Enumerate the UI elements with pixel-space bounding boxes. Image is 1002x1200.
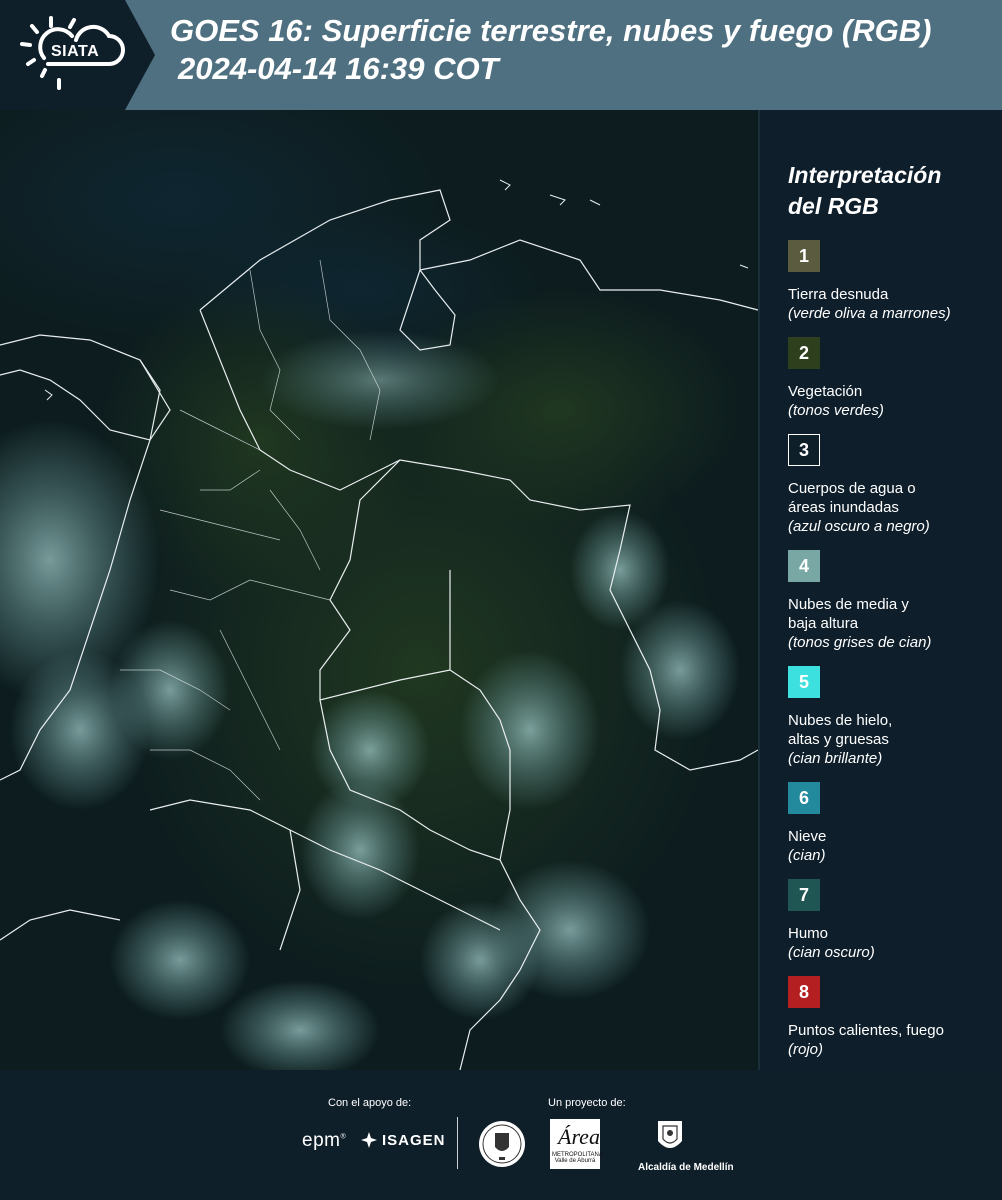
satellite-map[interactable]	[0, 110, 760, 1070]
title-timestamp: 2024-04-14 16:39 COT	[178, 51, 499, 86]
legend-swatch: 2	[788, 337, 820, 369]
legend-item: 4 Nubes de media y baja altura (tonos gris…	[788, 550, 993, 652]
medellin-shield-icon	[658, 1121, 682, 1148]
legend-item: 7 Humo (cian oscuro)	[788, 879, 993, 962]
legend-item: 6 Nieve (cian)	[788, 782, 993, 865]
legend-item-description: (cian brillante)	[788, 750, 883, 767]
legend-swatch: 6	[788, 782, 820, 814]
legend-swatch: 5	[788, 666, 820, 698]
legend-item-label: Puntos calientes, fuego	[788, 1022, 944, 1039]
legend-item-label: Tierra desnuda	[788, 286, 889, 303]
epm-logo: epm®	[302, 1130, 347, 1151]
medellin-seal-icon	[479, 1121, 525, 1167]
isagen-mark-icon	[361, 1132, 377, 1148]
legend-item-description: (cian oscuro)	[788, 944, 875, 961]
legend-item-label: Cuerpos de agua o áreas inundadas	[788, 480, 916, 516]
isagen-logo-text: ISAGEN	[382, 1131, 446, 1149]
title-line-1: GOES 16: Superficie terrestre, nubes y f…	[170, 13, 932, 48]
legend-item-label: Humo	[788, 925, 829, 942]
area-logo-text: Área	[558, 1124, 600, 1149]
legend-swatch: 3	[788, 434, 820, 466]
legend-item-label: Vegetación	[788, 383, 863, 400]
area-metropolitana-logo: Área METROPOLITANA Valle de Aburrá	[550, 1119, 603, 1169]
legend-item: 1 Tierra desnuda (verde oliva a marrones)	[788, 240, 993, 323]
legend-item-description: (verde oliva a marrones)	[788, 305, 951, 322]
map-divider	[758, 110, 760, 1070]
epm-logo-text: epm	[302, 1130, 341, 1151]
medellin-logo-text: Alcaldía de Medellín	[638, 1162, 734, 1173]
alcaldia-medellin-logo: Alcaldía de Medellín	[638, 1119, 734, 1173]
legend-item: 5 Nubes de hielo, altas y gruesas (cian br…	[788, 666, 993, 768]
page-title: GOES 16: Superficie terrestre, nubes y f…	[170, 12, 931, 88]
footer-divider	[457, 1117, 458, 1169]
legend-item-description: (tonos grises de cian)	[788, 634, 932, 651]
legend-swatch: 8	[788, 976, 820, 1008]
isagen-logo: ISAGEN	[360, 1131, 446, 1149]
legend-item-description: (tonos verdes)	[788, 402, 884, 419]
legend-item-description: (azul oscuro a negro)	[788, 518, 930, 535]
legend-swatch: 4	[788, 550, 820, 582]
footer: Con el apoyo de: Un proyecto de: epm® IS…	[0, 1070, 1002, 1200]
legend-swatch: 1	[788, 240, 820, 272]
legend-item-description: (rojo)	[788, 1041, 824, 1058]
legend-item-label: Nubes de hielo, altas y gruesas	[788, 712, 893, 748]
legend-title: Interpretación del RGB	[788, 162, 942, 219]
legend-item-description: (cian)	[788, 847, 826, 864]
project-label: Un proyecto de:	[548, 1097, 626, 1109]
legend-item-label: Nubes de media y baja altura	[788, 596, 909, 632]
support-label: Con el apoyo de:	[328, 1097, 412, 1109]
header-bar: SIATA GOES 16: Superficie terrestre, nub…	[0, 0, 1002, 110]
legend-item: 8 Puntos calientes, fuego (rojo)	[788, 976, 993, 1059]
legend-items: 1 Tierra desnuda (verde oliva a marrones) 2…	[788, 240, 993, 1059]
legend-item-label: Nieve	[788, 828, 827, 845]
legend-item: 3 Cuerpos de agua o áreas inundadas (azul …	[788, 434, 993, 536]
legend-item: 2 Vegetación (tonos verdes)	[788, 337, 993, 420]
legend-swatch: 7	[788, 879, 820, 911]
siata-logo-text: SIATA	[51, 43, 100, 60]
map-canvas	[0, 110, 760, 1070]
legend-panel: Interpretación del RGB 1 Tierra desnuda (v…	[788, 160, 993, 1073]
area-logo-subtext: METROPOLITANA Valle de Aburrá	[552, 1152, 603, 1164]
